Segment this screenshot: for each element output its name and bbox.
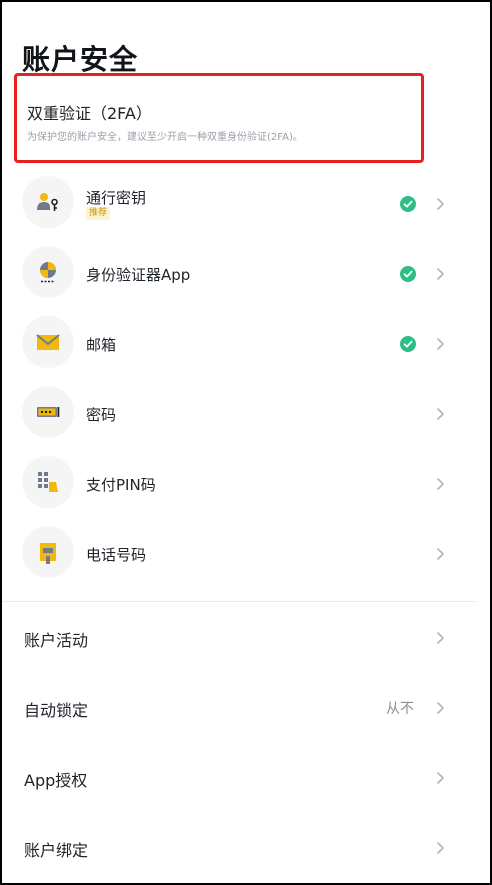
method-label: 通行密钥: [86, 189, 147, 207]
pin-icon: [22, 456, 74, 508]
setting-account-binding[interactable]: 账户绑定: [2, 817, 490, 877]
setting-label: 自动锁定: [24, 701, 89, 720]
method-payment-pin[interactable]: 支付PIN码: [2, 454, 490, 514]
chevron-right-icon: [437, 632, 444, 644]
chevron-right-icon: [437, 478, 444, 490]
setting-label: 账户活动: [24, 631, 89, 650]
method-label: 支付PIN码: [86, 476, 156, 494]
page-title: 账户安全: [22, 43, 139, 76]
chevron-right-icon: [437, 198, 444, 210]
setting-auto-lock[interactable]: 自动锁定 从不: [2, 677, 490, 737]
chevron-right-icon: [437, 842, 444, 854]
check-icon: [400, 336, 416, 352]
method-label: 密码: [86, 406, 117, 424]
chevron-right-icon: [437, 338, 444, 350]
check-icon: [400, 196, 416, 212]
twofa-section: 双重验证（2FA） 为保护您的账户安全，建议至少开启一种双重身份验证(2FA)。: [14, 73, 424, 163]
authenticator-icon: [22, 246, 74, 298]
setting-account-activity[interactable]: 账户活动: [2, 607, 490, 667]
chevron-right-icon: [437, 772, 444, 784]
method-label: 身份验证器App: [86, 266, 191, 284]
method-phone[interactable]: 电话号码: [2, 524, 490, 584]
setting-app-authorization[interactable]: App授权: [2, 747, 490, 807]
recommended-badge: 推荐: [86, 207, 111, 220]
auto-lock-value: 从不: [386, 701, 414, 717]
check-icon: [400, 266, 416, 282]
method-passkey[interactable]: 通行密钥 推荐: [2, 174, 490, 234]
method-email[interactable]: 邮箱: [2, 314, 490, 374]
method-authenticator[interactable]: 身份验证器App: [2, 244, 490, 304]
setting-label: 账户绑定: [24, 841, 89, 860]
method-label: 邮箱: [86, 336, 117, 354]
password-icon: [22, 386, 74, 438]
email-icon: [22, 316, 74, 368]
screen: 账户安全 双重验证（2FA） 为保护您的账户安全，建议至少开启一种双重身份验证(…: [0, 0, 492, 885]
section-divider: [2, 601, 476, 602]
chevron-right-icon: [437, 548, 444, 560]
passkey-icon: [22, 176, 74, 228]
method-label: 电话号码: [86, 546, 147, 564]
setting-label: App授权: [24, 771, 88, 790]
chevron-right-icon: [437, 702, 444, 714]
twofa-description: 为保护您的账户安全，建议至少开启一种双重身份验证(2FA)。: [27, 132, 303, 143]
twofa-title: 双重验证（2FA）: [27, 104, 152, 123]
chevron-right-icon: [437, 268, 444, 280]
chevron-right-icon: [437, 408, 444, 420]
phone-icon: [22, 526, 74, 578]
method-password[interactable]: 密码: [2, 384, 490, 444]
